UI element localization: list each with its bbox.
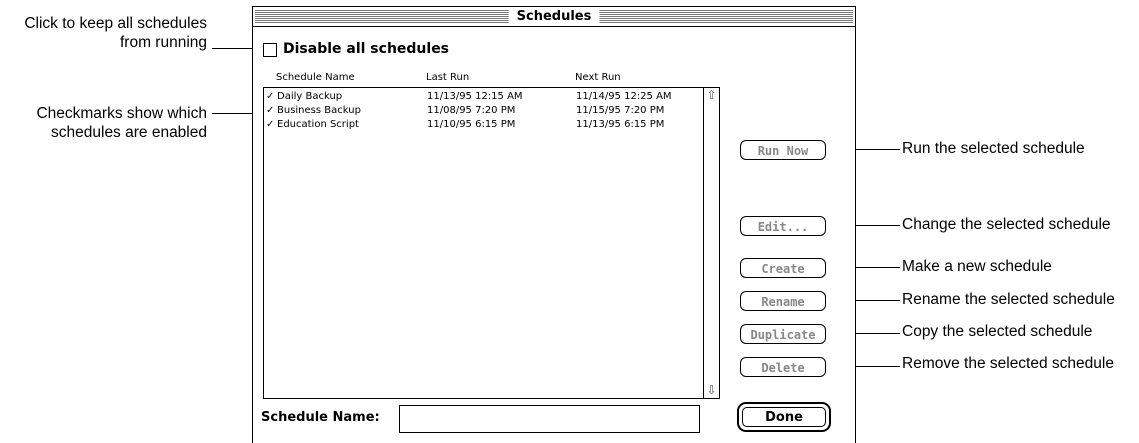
done-button[interactable]: Done [742, 407, 826, 427]
scroll-down-arrow-icon[interactable]: ⇩ [704, 383, 719, 398]
enabled-checkmark-icon[interactable]: ✓ [266, 90, 274, 104]
delete-button[interactable]: Delete [740, 357, 826, 377]
annotation-checkmarks: Checkmarks show which schedules are enab… [36, 105, 207, 141]
row-next-run: 11/15/95 7:20 PM [576, 105, 665, 116]
row-last-run: 11/13/95 12:15 AM [427, 91, 523, 102]
row-next-run: 11/14/95 12:25 AM [576, 91, 672, 102]
column-header-next-run: Next Run [575, 72, 621, 83]
schedules-window: Schedules Disable all schedules Schedule… [252, 6, 856, 443]
row-schedule-name: Education Script [277, 119, 359, 130]
done-button-frame[interactable]: Done [737, 402, 831, 432]
annotation-delete: Remove the selected schedule [902, 355, 1114, 372]
window-title: Schedules [508, 8, 600, 25]
schedule-name-label: Schedule Name: [261, 410, 380, 425]
annotation-create: Make a new schedule [902, 258, 1052, 275]
row-last-run: 11/08/95 7:20 PM [427, 105, 516, 116]
create-button[interactable]: Create [740, 258, 826, 278]
enabled-checkmark-icon[interactable]: ✓ [266, 118, 274, 132]
edit-button[interactable]: Edit... [740, 216, 826, 236]
row-next-run: 11/13/95 6:15 PM [576, 119, 665, 130]
schedule-name-field[interactable] [399, 405, 700, 433]
column-header-last-run: Last Run [426, 72, 470, 83]
scroll-up-arrow-icon[interactable]: ⇧ [704, 88, 719, 103]
column-header-name: Schedule Name [276, 72, 355, 83]
vertical-scrollbar[interactable]: ⇧ ⇩ [703, 88, 719, 398]
enabled-checkmark-icon[interactable]: ✓ [266, 104, 274, 118]
disable-all-label[interactable]: Disable all schedules [283, 41, 449, 57]
row-schedule-name: Business Backup [277, 105, 361, 116]
duplicate-button[interactable]: Duplicate [740, 324, 826, 344]
annotation-duplicate: Copy the selected schedule [902, 323, 1093, 340]
annotation-run-now: Run the selected schedule [902, 140, 1085, 157]
schedule-list[interactable]: ✓ Daily Backup 11/13/95 12:15 AM 11/14/9… [263, 87, 720, 399]
row-last-run: 11/10/95 6:15 PM [427, 119, 516, 130]
disable-all-checkbox[interactable] [263, 43, 277, 57]
annotation-rename: Rename the selected schedule [902, 291, 1115, 308]
annotation-edit: Change the selected schedule [902, 216, 1111, 233]
rename-button[interactable]: Rename [740, 291, 826, 311]
row-schedule-name: Daily Backup [277, 91, 343, 102]
run-now-button[interactable]: Run Now [740, 140, 826, 160]
annotation-disable-all: Click to keep all schedules from running [24, 15, 207, 51]
